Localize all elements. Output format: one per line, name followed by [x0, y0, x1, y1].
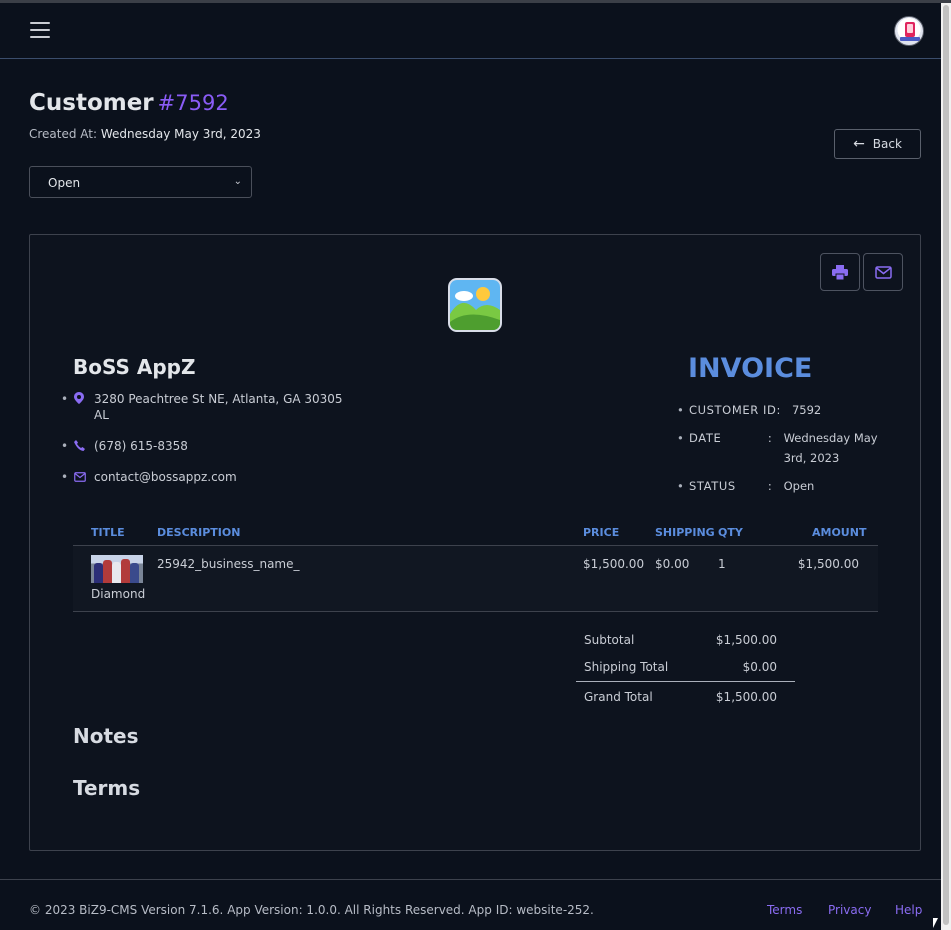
item-qty: 1 [718, 557, 726, 571]
company-address-text: 3280 Peachtree St NE, Atlanta, GA 30305 … [94, 392, 343, 422]
customer-number: #7592 [157, 91, 229, 115]
company-phone: (678) 615-8358 [61, 438, 351, 454]
copyright-text: © 2023 BiZ9-CMS Version 7.1.6. App Versi… [29, 903, 594, 917]
invoice-card: BoSS AppZ 3280 Peachtree St NE, Atlanta,… [29, 234, 921, 851]
email-button[interactable] [863, 253, 903, 291]
chevron-down-icon: ⌄ [233, 176, 242, 187]
mail-icon [874, 265, 892, 279]
terms-heading: Terms [73, 776, 141, 800]
status-row: STATUS : Open [677, 476, 892, 496]
company-name: BoSS AppZ [73, 355, 196, 379]
company-email-text: contact@bossappz.com [94, 470, 237, 484]
column-header-qty: QTY [718, 526, 743, 539]
page-title: Customer #7592 [29, 90, 229, 116]
status-select-value: Open [48, 176, 81, 190]
scrollbar-thumb[interactable] [943, 5, 949, 925]
items-table-header: TITLE DESCRIPTION PRICE SHIPPING QTY AMO… [73, 518, 878, 546]
product-thumbnail [91, 555, 143, 583]
customer-id-value: 7592 [791, 403, 822, 417]
invoice-meta-list: CUSTOMER ID: 7592 DATE : Wednesday May 3… [677, 400, 892, 504]
grand-total-row: Grand Total $1,500.00 [576, 681, 795, 711]
table-row: Diamond 25942_business_name_ $1,500.00 $… [73, 546, 878, 612]
location-pin-icon [74, 392, 84, 408]
created-at-label: Created At: [29, 127, 98, 141]
shipping-total-label: Shipping Total [584, 660, 669, 674]
back-button[interactable]: ← Back [834, 129, 921, 159]
customer-id-row: CUSTOMER ID: 7592 [677, 400, 892, 420]
totals-table: Subtotal $1,500.00 Shipping Total $0.00 … [576, 627, 795, 711]
page-title-text: Customer [29, 90, 154, 116]
date-label: DATE [689, 431, 722, 445]
shipping-total-row: Shipping Total $0.00 [576, 654, 795, 681]
column-header-title: TITLE [91, 526, 125, 539]
created-at: Created At: Wednesday May 3rd, 2023 [29, 127, 261, 141]
items-table: TITLE DESCRIPTION PRICE SHIPPING QTY AMO… [73, 518, 878, 612]
vertical-scrollbar[interactable] [941, 3, 951, 930]
back-button-label: Back [872, 137, 902, 151]
print-button[interactable] [820, 253, 860, 291]
company-phone-text: (678) 615-8358 [94, 439, 188, 453]
footer-link-privacy[interactable]: Privacy [828, 903, 871, 917]
avatar[interactable] [894, 16, 924, 46]
company-address: 3280 Peachtree St NE, Atlanta, GA 30305 … [61, 391, 351, 423]
footer-link-terms[interactable]: Terms [767, 903, 802, 917]
company-contact-list: 3280 Peachtree St NE, Atlanta, GA 30305 … [61, 391, 351, 485]
hamburger-icon[interactable] [30, 22, 50, 40]
invoice-heading: INVOICE [688, 353, 813, 384]
arrow-left-icon: ← [853, 136, 865, 152]
date-row: DATE : Wednesday May 3rd, 2023 [677, 428, 892, 468]
item-amount: $1,500.00 [797, 557, 859, 571]
column-header-amount: AMOUNT [812, 526, 867, 539]
printer-icon [832, 264, 848, 280]
column-header-price: PRICE [583, 526, 620, 539]
item-price: $1,500.00 [583, 557, 645, 571]
date-value: Wednesday May 3rd, 2023 [783, 431, 878, 465]
customer-id-label: CUSTOMER ID: [689, 403, 781, 417]
column-header-description: DESCRIPTION [157, 526, 241, 539]
status-label: STATUS [689, 479, 736, 493]
company-email: contact@bossappz.com [61, 469, 351, 485]
mail-icon [74, 470, 86, 486]
item-shipping: $0.00 [655, 557, 690, 571]
status-select[interactable]: Open ⌄ [29, 166, 252, 198]
top-navbar [0, 3, 941, 59]
grand-total-value: $1,500.00 [715, 690, 777, 704]
phone-icon [74, 439, 85, 455]
page-footer: © 2023 BiZ9-CMS Version 7.1.6. App Versi… [0, 879, 941, 930]
notes-heading: Notes [73, 724, 139, 748]
subtotal-label: Subtotal [584, 633, 635, 647]
item-description: 25942_business_name_ [157, 557, 300, 571]
column-header-shipping: SHIPPING [655, 526, 715, 539]
footer-link-help[interactable]: Help [895, 903, 922, 917]
mouse-cursor [933, 918, 938, 928]
subtotal-row: Subtotal $1,500.00 [576, 627, 795, 654]
status-value: Open [783, 479, 815, 493]
image-placeholder-icon [448, 278, 502, 332]
item-title: Diamond [91, 587, 146, 601]
shipping-total-value: $0.00 [742, 660, 777, 674]
grand-total-label: Grand Total [584, 690, 653, 704]
created-at-value: Wednesday May 3rd, 2023 [100, 127, 261, 141]
date-colon: : [767, 431, 772, 445]
status-colon: : [767, 479, 772, 493]
subtotal-value: $1,500.00 [715, 633, 777, 647]
